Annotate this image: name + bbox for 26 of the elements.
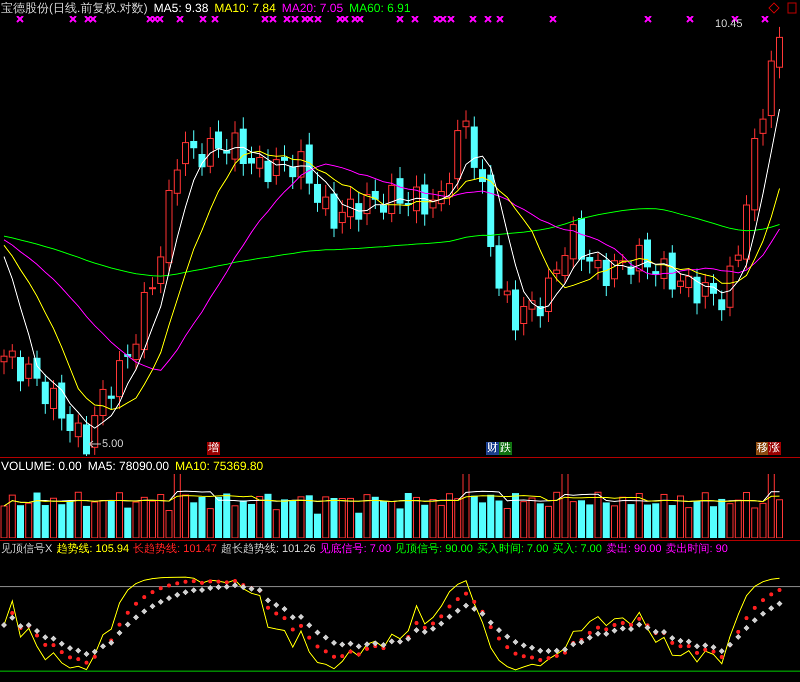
event-tag[interactable]: 涨: [768, 442, 781, 455]
indicator-label: 见底信号: 7.00: [320, 542, 392, 556]
indicator-label: 卖出时间: 90: [666, 542, 728, 556]
moving-average-label: MA5: 9.38: [154, 1, 208, 15]
volume-label: MA10: 75369.80: [175, 459, 264, 473]
moving-average-label: MA10: 7.84: [214, 1, 276, 15]
arrow-icon: [88, 440, 102, 448]
volume-label: VOLUME: 0.00: [1, 459, 82, 473]
indicator-label: 超长趋势线: 101.26: [220, 542, 316, 556]
indicator-label: 卖出: 90.00: [606, 542, 662, 556]
event-tag[interactable]: 跌: [499, 442, 512, 455]
indicator-label: 买入时间: 7.00: [476, 542, 548, 556]
event-tag[interactable]: 移: [756, 442, 769, 455]
indicator-label: 见顶信号: 90.00: [395, 542, 473, 556]
chart-title: 宝德股份(日线.前复权.对数): [1, 1, 148, 15]
moving-average-label: MA60: 6.91: [349, 1, 410, 15]
event-tag[interactable]: 增: [207, 442, 220, 455]
indicator-label: 长趋势线: 101.47: [133, 542, 217, 556]
indicator-label: 见顶信号X: [1, 542, 52, 556]
event-tag[interactable]: 财: [486, 442, 499, 455]
volume-label: MA5: 78090.00: [88, 459, 170, 473]
indicator-label: 买入: 7.00: [552, 542, 602, 556]
price-label: 5.00: [102, 438, 124, 450]
moving-average-label: MA20: 7.05: [282, 1, 344, 15]
price-label: 10.45: [715, 18, 743, 30]
indicator-label: 趋势线: 105.94: [56, 542, 130, 556]
